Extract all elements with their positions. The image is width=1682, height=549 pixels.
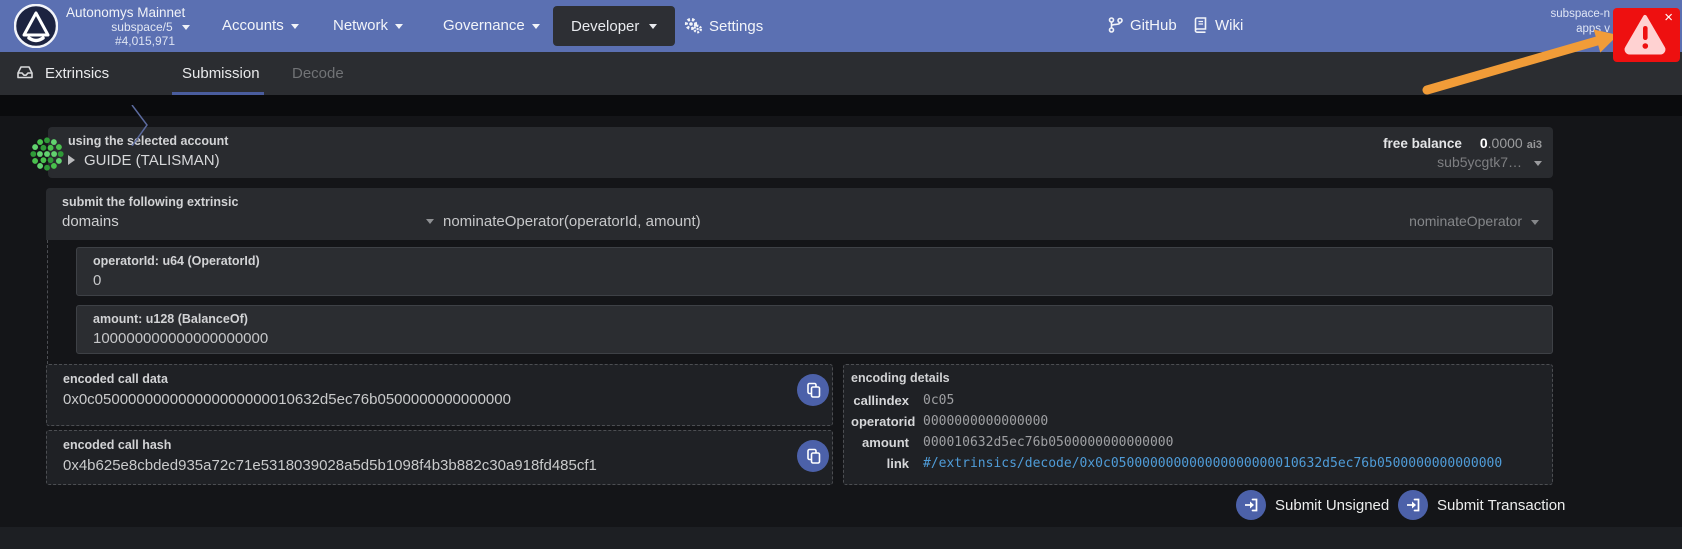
app-version-text: subspace-n apps v — [1550, 8, 1610, 35]
nav-item-settings[interactable]: Settings — [684, 17, 770, 38]
param-label: amount: u128 (BalanceOf) — [93, 312, 248, 326]
divider-strip — [0, 95, 1682, 116]
chain-selector[interactable]: Autonomys Mainnet subspace/5 #4,015,971 — [66, 5, 190, 48]
encoded-call-hash-value: 0x4b625e8cbded935a72c71e5318039028a5d5b1… — [63, 457, 597, 474]
git-branch-icon — [1108, 17, 1123, 37]
copy-icon — [806, 448, 820, 464]
chevron-down-icon — [531, 23, 540, 29]
encoding-row-amount: amount 000010632d5ec76b0500000000000000 — [862, 435, 1174, 450]
balance-fraction: .0000 — [1487, 135, 1523, 151]
encoded-call-data-value: 0x0c050000000000000000000010632d5ec76b05… — [63, 391, 511, 408]
chain-name: Autonomys Mainnet — [66, 5, 186, 20]
nav-item-governance[interactable]: Governance — [443, 17, 540, 34]
extrinsic-label: submit the following extrinsic — [62, 195, 239, 209]
tab-decode[interactable]: Decode — [292, 52, 344, 95]
account-panel — [48, 127, 1553, 178]
free-balance: free balance 0.0000 ai3 — [1383, 135, 1542, 151]
extrinsic-panel: submit the following extrinsic domains n… — [46, 188, 1553, 240]
expander-icon — [68, 155, 75, 165]
nav-link-wiki[interactable]: Wiki — [1193, 17, 1250, 37]
book-icon — [1193, 17, 1208, 37]
encoded-call-hash-box: encoded call hash 0x4b625e8cbded935a72c7… — [46, 430, 833, 485]
encoded-call-data-label: encoded call data — [63, 372, 168, 386]
method-select[interactable]: nominateOperator — [1409, 213, 1539, 229]
amount-input[interactable] — [93, 330, 1509, 347]
nav-link-github[interactable]: GitHub — [1108, 17, 1184, 37]
chevron-down-icon — [395, 23, 404, 29]
chain-block-number: #4,015,971 — [114, 34, 175, 48]
param-amount: amount: u128 (BalanceOf) — [76, 305, 1553, 354]
submit-unsigned-button[interactable]: Submit Unsigned — [1236, 490, 1389, 520]
encoding-details-title: encoding details — [851, 371, 950, 385]
encoded-call-data-box: encoded call data 0x0c050000000000000000… — [46, 364, 833, 426]
balance-integer: 0 — [1479, 135, 1488, 151]
chevron-separator-icon — [131, 105, 148, 146]
section-extrinsics[interactable]: Extrinsics — [16, 52, 109, 95]
param-operator-id: operatorId: u64 (OperatorId) — [76, 247, 1553, 296]
copy-call-hash-button[interactable] — [797, 440, 829, 472]
encoding-row-operatorid: operatorid 0000000000000000 — [851, 414, 1049, 429]
encoded-call-hash-label: encoded call hash — [63, 438, 172, 452]
sign-in-icon — [1398, 490, 1428, 520]
param-connector-line — [47, 240, 48, 364]
extrinsics-icon — [16, 64, 34, 84]
extrinsics-page: Autonomys Mainnet subspace/5 #4,015,971 … — [0, 0, 1682, 549]
encoding-row-callindex: callindex 0c05 — [853, 393, 955, 408]
account-identicon[interactable] — [30, 137, 64, 171]
sign-in-icon — [1236, 490, 1266, 520]
balance-unit: ai3 — [1526, 139, 1542, 151]
chevron-down-icon — [426, 219, 434, 224]
nav-item-network[interactable]: Network — [333, 17, 404, 34]
submit-transaction-button[interactable]: Submit Transaction — [1398, 490, 1565, 520]
encoding-row-link: link #/extrinsics/decode/0x0c05000000000… — [886, 456, 1503, 471]
chain-runtime: subspace/5 — [66, 20, 190, 34]
chevron-down-icon — [290, 23, 299, 29]
method-signature: nominateOperator(operatorId, amount) — [443, 213, 701, 230]
copy-call-data-button[interactable] — [797, 374, 829, 406]
chevron-down-icon — [649, 23, 658, 29]
autonomys-logo-icon[interactable] — [13, 3, 59, 49]
gear-icon — [684, 17, 703, 38]
close-icon[interactable]: × — [1664, 10, 1673, 25]
tab-submission[interactable]: Submission — [182, 52, 260, 95]
tab-bar: Extrinsics Submission Decode — [0, 52, 1682, 146]
copy-icon — [806, 382, 820, 398]
nav-item-accounts[interactable]: Accounts — [222, 17, 299, 34]
free-balance-label: free balance — [1383, 136, 1462, 151]
section-select[interactable]: domains — [62, 213, 434, 230]
account-name[interactable]: GUIDE (TALISMAN) — [68, 152, 220, 169]
active-tab-underline — [172, 92, 264, 95]
param-label: operatorId: u64 (OperatorId) — [93, 254, 260, 268]
footer-band — [0, 527, 1682, 549]
chevron-down-icon — [182, 25, 190, 31]
decode-link[interactable]: #/extrinsics/decode/0x0c0500000000000000… — [923, 456, 1502, 471]
chevron-down-icon — [1534, 160, 1542, 166]
operator-id-input[interactable] — [93, 272, 1509, 289]
alert-badge[interactable]: × — [1613, 8, 1680, 62]
account-address-dropdown[interactable]: sub5ycgtk7… — [1437, 154, 1542, 170]
nav-item-developer[interactable]: Developer — [553, 6, 676, 46]
chevron-down-icon — [1531, 219, 1539, 225]
top-nav: Autonomys Mainnet subspace/5 #4,015,971 … — [0, 0, 1682, 52]
